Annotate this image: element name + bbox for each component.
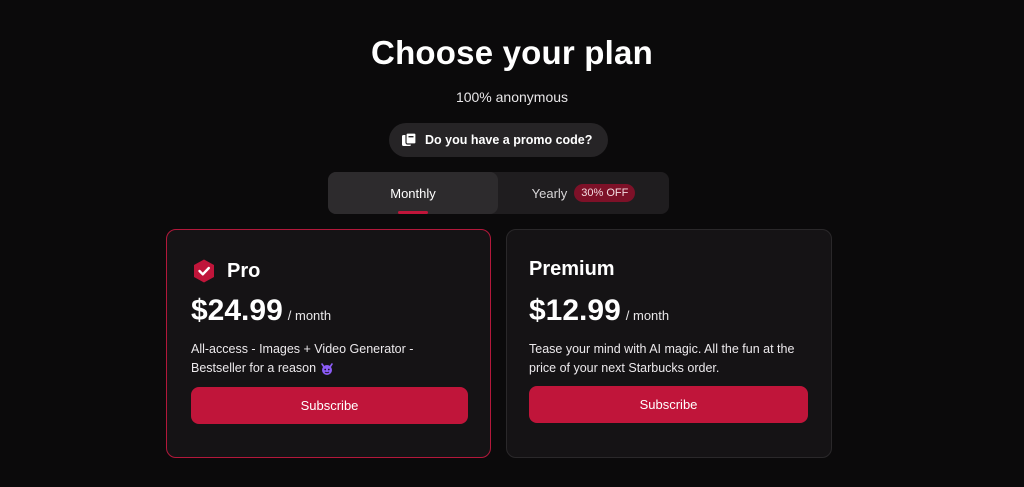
plan-period: / month bbox=[625, 308, 670, 323]
subscribe-button-premium[interactable]: Subscribe bbox=[529, 386, 808, 423]
plan-card-pro: Pro $24.99 / month All-access - Images +… bbox=[166, 229, 491, 458]
plan-header: Premium bbox=[529, 258, 615, 281]
price-row: $24.99 / month bbox=[191, 294, 331, 328]
tab-active-indicator bbox=[398, 211, 428, 214]
plan-card-premium: Premium $12.99 / month Tease your mind w… bbox=[506, 229, 832, 458]
promo-code-button[interactable]: Do you have a promo code? bbox=[389, 123, 608, 157]
plan-name: Premium bbox=[529, 258, 615, 280]
price-row: $12.99 / month bbox=[529, 294, 669, 328]
subscribe-button-pro[interactable]: Subscribe bbox=[191, 387, 468, 424]
plan-description: Tease your mind with AI magic. All the f… bbox=[529, 342, 795, 375]
discount-badge: 30% OFF bbox=[574, 184, 636, 202]
plan-period: / month bbox=[287, 308, 332, 323]
shield-check-icon bbox=[191, 258, 217, 284]
promo-code-label: Do you have a promo code? bbox=[425, 133, 593, 147]
tab-monthly[interactable]: Monthly bbox=[328, 172, 498, 214]
plan-price: $24.99 bbox=[191, 294, 283, 327]
plan-description: All-access - Images + Video Generator - … bbox=[191, 340, 471, 378]
billing-toggle: Monthly Yearly 30% OFF bbox=[328, 172, 669, 214]
tab-yearly[interactable]: Yearly 30% OFF bbox=[498, 172, 669, 214]
page-subtitle: 100% anonymous bbox=[455, 89, 569, 105]
plan-price: $12.99 bbox=[529, 294, 621, 327]
plan-header: Pro bbox=[191, 258, 260, 284]
tab-monthly-label: Monthly bbox=[390, 185, 436, 201]
plan-description-text: All-access - Images + Video Generator - … bbox=[191, 342, 414, 375]
promo-ticket-icon bbox=[401, 132, 417, 148]
tab-yearly-label: Yearly bbox=[531, 185, 568, 201]
devil-face-emoji-icon bbox=[320, 362, 334, 376]
plan-name: Pro bbox=[227, 259, 261, 282]
page-title: Choose your plan bbox=[371, 34, 653, 71]
